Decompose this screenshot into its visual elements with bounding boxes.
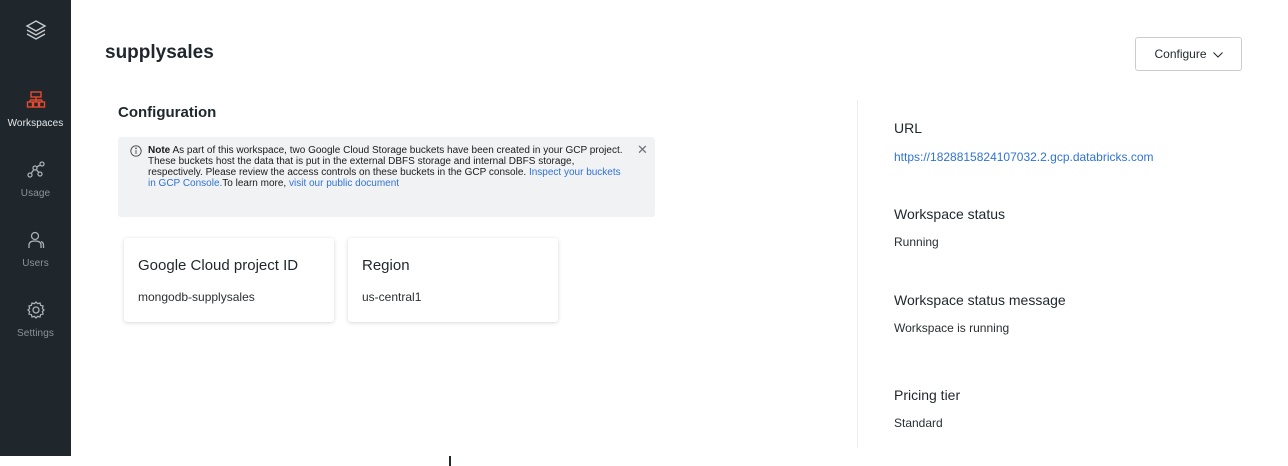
configuration-heading: Configuration bbox=[118, 104, 217, 121]
note-bold: Note bbox=[148, 145, 171, 156]
workspace-url-link[interactable]: https://1828815824107032.2.gcp.databrick… bbox=[894, 150, 1154, 164]
cursor-mark bbox=[449, 456, 451, 466]
public-document-link[interactable]: visit our public document bbox=[289, 178, 399, 189]
sidebar-item-users[interactable]: Users bbox=[0, 226, 71, 286]
workspaces-icon bbox=[26, 86, 46, 114]
card-title: Region bbox=[362, 257, 410, 274]
url-label: URL bbox=[894, 120, 923, 136]
sidebar-item-usage[interactable]: Usage bbox=[0, 156, 71, 216]
page-title: supplysales bbox=[105, 42, 214, 63]
workspace-status-message-label: Workspace status message bbox=[894, 292, 1066, 308]
workspace-status-label: Workspace status bbox=[894, 206, 1006, 222]
note-banner: Note As part of this workspace, two Goog… bbox=[118, 137, 655, 217]
sidebar-item-label: Usage bbox=[20, 188, 51, 199]
card-value: us-central1 bbox=[362, 290, 422, 304]
configure-button-label: Configure bbox=[1154, 47, 1207, 61]
pricing-tier-label: Pricing tier bbox=[894, 387, 961, 403]
chevron-down-icon bbox=[1212, 47, 1223, 61]
close-icon[interactable]: ✕ bbox=[637, 143, 648, 156]
sidebar-item-label: Workspaces bbox=[7, 118, 64, 129]
sidebar-item-settings[interactable]: Settings bbox=[0, 296, 71, 356]
card-title: Google Cloud project ID bbox=[138, 257, 299, 274]
note-body-2: To learn more, bbox=[222, 178, 289, 189]
panel-divider bbox=[857, 100, 858, 448]
pricing-tier-value: Standard bbox=[894, 416, 943, 430]
note-text: Note As part of this workspace, two Goog… bbox=[148, 145, 628, 189]
configure-button[interactable]: Configure bbox=[1135, 37, 1242, 71]
sidebar-item-label: Settings bbox=[17, 328, 54, 339]
sidebar: Workspaces Usage Users Settings bbox=[0, 0, 71, 456]
info-icon bbox=[130, 144, 142, 162]
layers-logo-icon[interactable] bbox=[0, 18, 71, 58]
usage-icon bbox=[26, 156, 46, 184]
workspace-status-message-value: Workspace is running bbox=[894, 321, 1010, 335]
sidebar-item-label: Users bbox=[22, 258, 49, 269]
user-icon bbox=[26, 226, 46, 254]
gear-icon bbox=[26, 296, 46, 324]
region-card: Region us-central1 bbox=[348, 238, 558, 322]
card-value: mongodb-supplysales bbox=[138, 290, 255, 304]
workspace-status-value: Running bbox=[894, 235, 939, 249]
sidebar-item-workspaces[interactable]: Workspaces bbox=[0, 86, 71, 146]
project-id-card: Google Cloud project ID mongodb-supplysa… bbox=[124, 238, 334, 322]
